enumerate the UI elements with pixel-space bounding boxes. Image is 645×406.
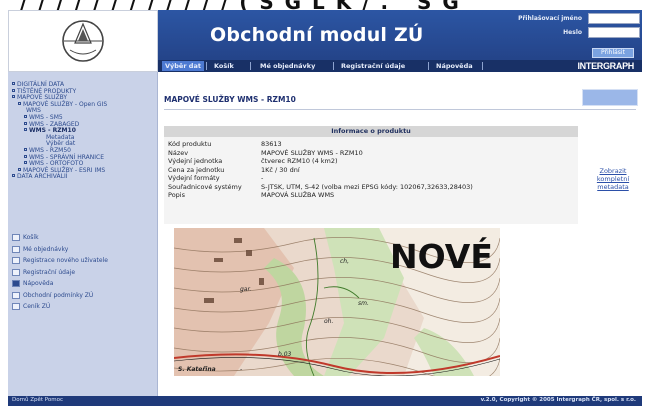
expand-icon bbox=[24, 147, 27, 151]
expand-icon bbox=[24, 154, 27, 158]
map-label: oh. bbox=[324, 318, 334, 325]
sidebar-links: Košík Mé objednávky Registrace nového už… bbox=[12, 232, 156, 313]
zu-emblem-icon bbox=[62, 20, 104, 62]
title-divider bbox=[164, 109, 636, 110]
username-input[interactable] bbox=[588, 13, 640, 24]
expand-icon bbox=[18, 167, 21, 171]
main-navbar: Výběr dat Košík Mé objednávky Registračn… bbox=[158, 60, 642, 72]
sidebar-link-cenik[interactable]: Ceník ZÚ bbox=[12, 301, 156, 313]
map-label: gar. bbox=[240, 286, 252, 293]
map-label: S. Kateřina bbox=[178, 366, 216, 373]
map-new-stamp: NOVÉ bbox=[390, 237, 493, 276]
app-title: Obchodní modul ZÚ bbox=[210, 24, 424, 46]
nav-separator bbox=[428, 62, 429, 70]
sidebar: DIGITÁLNÍ DATA TIŠTĚNÉ PRODUKTY MAPOVÉ S… bbox=[8, 72, 158, 396]
sidebar-link-obchodni-podminky[interactable]: Obchodní podmínky ZÚ bbox=[12, 290, 156, 302]
expand-icon bbox=[12, 88, 15, 92]
zu-logo bbox=[8, 10, 158, 72]
map-label: sm. bbox=[358, 300, 369, 307]
expand-icon bbox=[24, 161, 27, 165]
sidebar-link-kosik[interactable]: Košík bbox=[12, 232, 156, 244]
footer-links[interactable]: Domů Zpět Pomoc bbox=[12, 397, 63, 403]
tree-item[interactable]: DATA ARCHIVÁLIÍ bbox=[12, 174, 156, 181]
nav-separator bbox=[333, 62, 334, 70]
nav-item-napoveda[interactable]: Nápověda bbox=[436, 61, 473, 71]
nav-separator bbox=[482, 62, 483, 70]
expand-icon bbox=[24, 121, 27, 125]
nav-separator bbox=[206, 62, 207, 70]
top-banner-fragment: / / / / / / / / / / / / ( S G L K / . S … bbox=[0, 0, 645, 10]
sidebar-link-napoveda[interactable]: Nápověda bbox=[12, 278, 156, 290]
add-to-cart-button[interactable] bbox=[582, 89, 638, 106]
product-info-panel: Informace o produktu Kód produktu 83613 N… bbox=[164, 126, 578, 224]
orders-icon bbox=[12, 245, 20, 253]
password-input[interactable] bbox=[588, 27, 640, 38]
collapse-icon bbox=[18, 101, 21, 105]
tree-item[interactable]: Metadata bbox=[12, 134, 156, 142]
expand-icon bbox=[12, 82, 15, 85]
copyright: v.2.0, Copyright © 2005 Intergraph ČR, s… bbox=[480, 397, 636, 403]
tree-item-selected[interactable]: WMS - RZM10 bbox=[12, 127, 156, 135]
top-banner-text: / / / / / / / / / / / / ( S G L K / . S … bbox=[20, 0, 461, 10]
page-title: MAPOVÉ SLUŽBY WMS - RZM10 bbox=[164, 95, 296, 104]
collapse-icon bbox=[24, 128, 27, 132]
sidebar-link-objednavky[interactable]: Mé objednávky bbox=[12, 244, 156, 256]
map-label: ch, bbox=[340, 258, 350, 265]
help-icon bbox=[12, 280, 20, 288]
new-user-icon bbox=[12, 257, 20, 265]
sidebar-link-registracni-udaje[interactable]: Registrační údaje bbox=[12, 267, 156, 279]
expand-icon bbox=[12, 174, 15, 178]
main-content: MAPOVÉ SLUŽBY WMS - RZM10 Informace o pr… bbox=[158, 72, 642, 396]
terms-icon bbox=[12, 291, 20, 299]
full-metadata-link[interactable]: Zobrazit kompletní metadata bbox=[588, 167, 638, 191]
map-label: - bbox=[240, 366, 243, 373]
nav-item-registracni-udaje[interactable]: Registrační údaje bbox=[341, 61, 405, 71]
app-window: Obchodní modul ZÚ Přihlašovací jméno Hes… bbox=[8, 10, 642, 406]
page-footer: Domů Zpět Pomoc v.2.0, Copyright © 2005 … bbox=[8, 396, 642, 406]
collapse-icon bbox=[12, 95, 15, 99]
intergraph-logo: INTERGRAPH bbox=[577, 61, 634, 71]
map-label: b.03 bbox=[278, 351, 292, 358]
category-tree: DIGITÁLNÍ DATA TIŠTĚNÉ PRODUKTY MAPOVÉ S… bbox=[12, 81, 156, 181]
nav-separator bbox=[250, 62, 251, 70]
user-data-icon bbox=[12, 268, 20, 276]
nav-item-me-objednavky[interactable]: Mé objednávky bbox=[260, 61, 315, 71]
pricelist-icon bbox=[12, 303, 20, 311]
username-label: Přihlašovací jméno bbox=[518, 15, 582, 22]
app-header: Obchodní modul ZÚ Přihlašovací jméno Hes… bbox=[158, 10, 642, 72]
password-label: Heslo bbox=[563, 29, 582, 36]
sidebar-link-registrace[interactable]: Registrace nového uživatele bbox=[12, 255, 156, 267]
nav-item-vyber-dat[interactable]: Výběr dat bbox=[162, 61, 204, 71]
login-button[interactable]: Přihlásit bbox=[592, 48, 634, 58]
expand-icon bbox=[24, 114, 27, 118]
map-preview: NOVÉ gar. ch, oh. sm. S. Kateřina - b.03 bbox=[174, 228, 500, 376]
nav-item-kosik[interactable]: Košík bbox=[214, 61, 234, 71]
product-info-header: Informace o produktu bbox=[164, 126, 578, 137]
cart-icon bbox=[12, 234, 20, 242]
